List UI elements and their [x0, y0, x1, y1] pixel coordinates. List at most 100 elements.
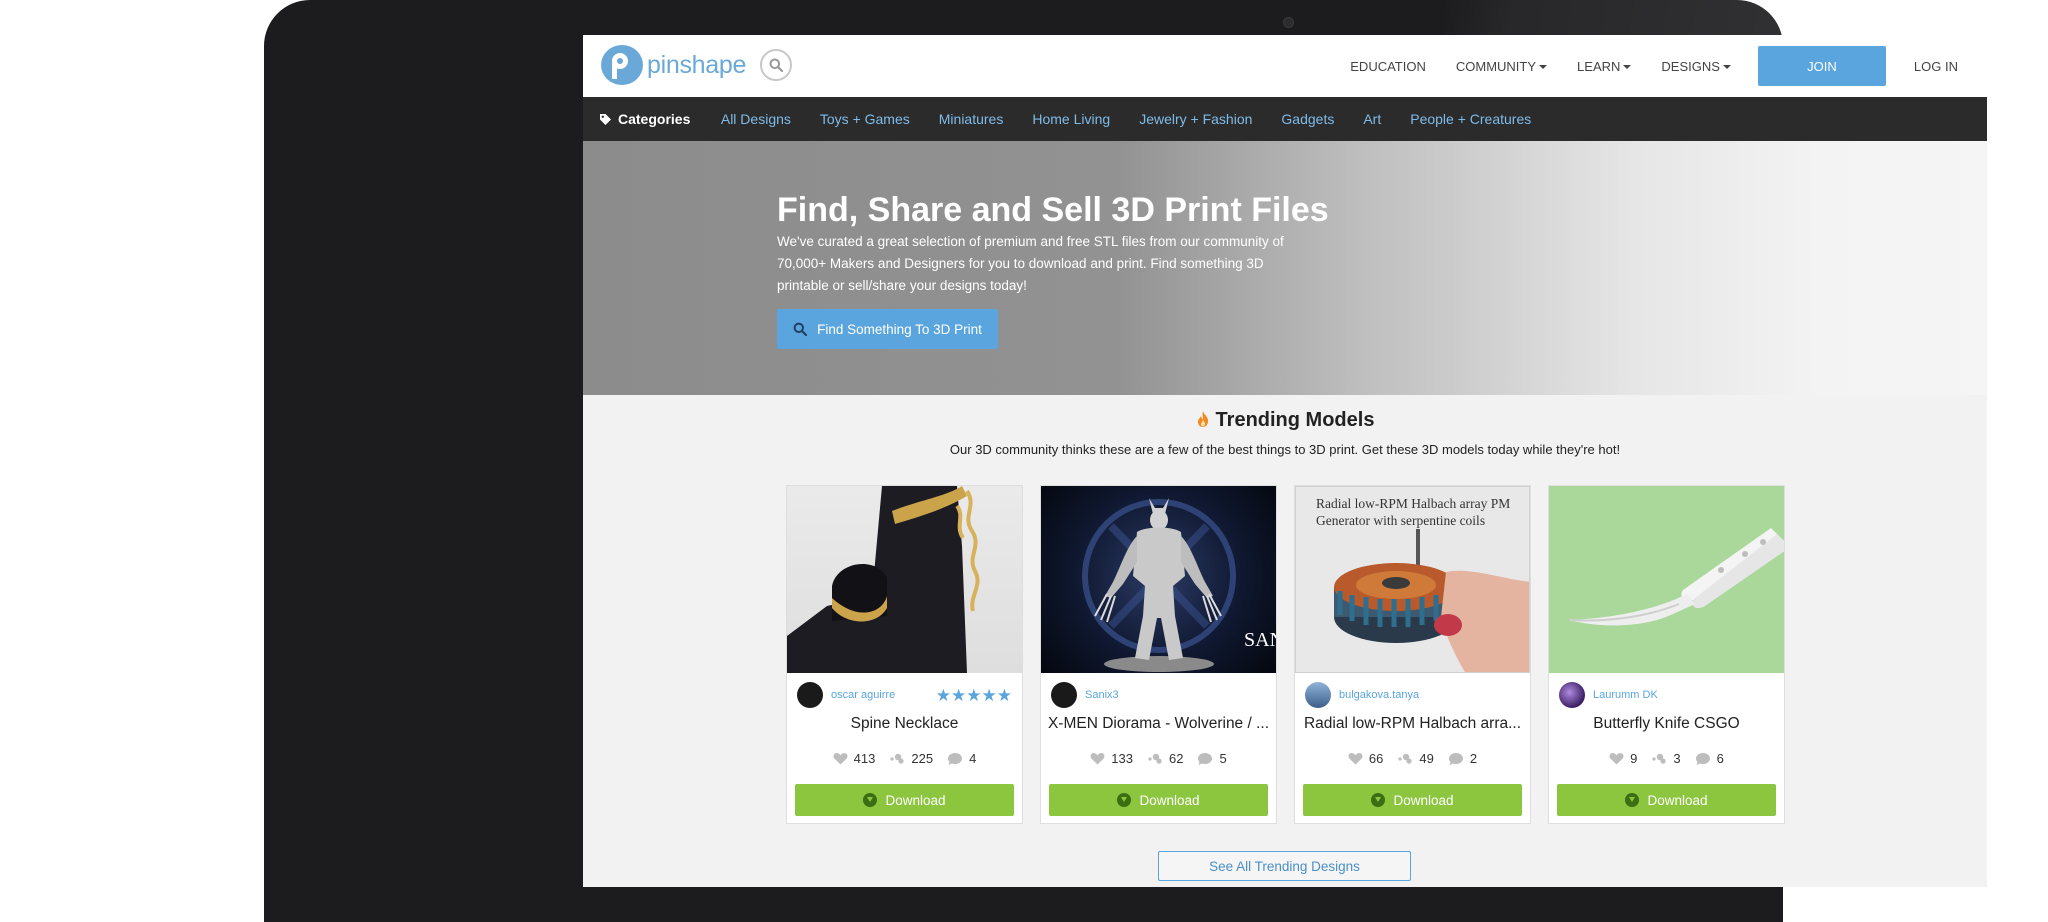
- categories-label: Categories: [618, 111, 691, 127]
- model-card[interactable]: Radial low-RPM Halbach array PM Generato…: [1294, 485, 1531, 824]
- likes-stat[interactable]: 9: [1609, 751, 1637, 766]
- category-art[interactable]: Art: [1363, 111, 1381, 127]
- downloads-count: 3: [1673, 751, 1681, 766]
- trending-title: Trending Models: [1215, 409, 1375, 431]
- find-something-button[interactable]: Find Something To 3D Print: [777, 309, 998, 349]
- nav-designs[interactable]: DESIGNS: [1661, 59, 1731, 74]
- nav-designs-label: DESIGNS: [1661, 58, 1720, 74]
- search-button[interactable]: [760, 49, 792, 81]
- card-title[interactable]: Spine Necklace: [787, 715, 1022, 733]
- join-button[interactable]: JOIN: [1757, 46, 1886, 86]
- heart-icon: [1609, 753, 1624, 765]
- category-home-living[interactable]: Home Living: [1032, 111, 1110, 127]
- downloads-count: 225: [911, 751, 934, 766]
- card-meta: oscar aguirre ★ ★ ★ ★ ★: [797, 681, 1012, 709]
- category-miniatures[interactable]: Miniatures: [939, 111, 1004, 127]
- author-name[interactable]: Sanix3: [1085, 689, 1119, 701]
- see-all-trending-button[interactable]: See All Trending Designs: [1158, 851, 1411, 881]
- card-meta: Sanix3: [1051, 681, 1266, 709]
- search-icon: [769, 58, 783, 72]
- butterfly-knife-image: [1568, 528, 1784, 626]
- download-button[interactable]: Download: [1303, 784, 1522, 816]
- download-label: Download: [885, 792, 946, 808]
- search-icon: [793, 322, 808, 336]
- comments-stat[interactable]: 2: [1448, 751, 1477, 766]
- categories-menu[interactable]: Categories: [599, 111, 690, 127]
- likes-count: 413: [853, 751, 876, 766]
- download-label: Download: [1393, 792, 1454, 808]
- author-name[interactable]: bulgakova.tanya: [1339, 689, 1419, 701]
- download-icon: [1625, 793, 1640, 807]
- nav-community-label: COMMUNITY: [1455, 58, 1537, 74]
- nav-education[interactable]: EDUCATION: [1350, 59, 1426, 74]
- card-title[interactable]: Butterfly Knife CSGO: [1549, 715, 1784, 733]
- download-icon: [1371, 793, 1386, 807]
- comments-stat[interactable]: 4: [947, 751, 976, 766]
- star-icon: ★: [981, 685, 997, 705]
- wolverine-image: SAN: [1082, 498, 1276, 672]
- comments-stat[interactable]: 6: [1695, 751, 1724, 766]
- author-name[interactable]: Laurumm DK: [1593, 689, 1658, 701]
- author-name[interactable]: oscar aguirre: [831, 689, 895, 701]
- author-avatar[interactable]: [1051, 682, 1077, 708]
- hero-banner: Find, Share and Sell 3D Print Files We'v…: [583, 141, 1987, 395]
- likes-stat[interactable]: 133: [1090, 751, 1133, 766]
- model-card[interactable]: oscar aguirre ★ ★ ★ ★ ★ Spine Necklace 4…: [786, 485, 1023, 824]
- category-people-creatures[interactable]: People + Creatures: [1410, 111, 1531, 127]
- model-thumbnail[interactable]: [1549, 486, 1784, 673]
- category-gadgets[interactable]: Gadgets: [1281, 111, 1334, 127]
- category-bar: Categories All Designs Toys + Games Mini…: [583, 97, 1987, 141]
- comments-count: 5: [1219, 751, 1227, 766]
- rating-stars: ★ ★ ★ ★ ★: [936, 687, 1012, 704]
- logo-mark-icon: [601, 45, 643, 85]
- tag-icon: [600, 113, 611, 125]
- pinshape-logo[interactable]: pinshape: [601, 45, 746, 85]
- likes-stat[interactable]: 413: [833, 751, 876, 766]
- download-button[interactable]: Download: [795, 784, 1014, 816]
- comments-stat[interactable]: 5: [1197, 751, 1227, 766]
- author-avatar[interactable]: [797, 682, 823, 708]
- likes-count: 9: [1630, 751, 1638, 766]
- hero-title: Find, Share and Sell 3D Print Files: [777, 191, 1329, 229]
- nav-learn-label: LEARN: [1577, 58, 1621, 74]
- likes-stat[interactable]: 66: [1348, 751, 1383, 766]
- category-all-designs[interactable]: All Designs: [721, 111, 791, 127]
- card-meta: bulgakova.tanya: [1305, 681, 1520, 709]
- category-toys-games[interactable]: Toys + Games: [820, 111, 910, 127]
- card-stats: 133 62 5: [1041, 751, 1276, 766]
- downloads-icon: [890, 753, 904, 764]
- model-card[interactable]: Laurumm DK Butterfly Knife CSGO 9 3 6 Do…: [1548, 485, 1785, 824]
- nav-community[interactable]: COMMUNITY: [1455, 58, 1548, 74]
- download-button[interactable]: Download: [1049, 784, 1268, 816]
- download-icon: [1117, 793, 1132, 807]
- downloads-count: 62: [1169, 751, 1184, 766]
- downloads-stat: 225: [889, 751, 933, 766]
- model-card[interactable]: SAN Sanix3 X-MEN Diorama - Wolverine / .…: [1040, 485, 1277, 824]
- author-avatar[interactable]: [1305, 682, 1331, 708]
- nav-learn[interactable]: LEARN: [1577, 58, 1632, 74]
- model-thumbnail[interactable]: SAN: [1041, 486, 1276, 673]
- star-icon: ★: [996, 685, 1012, 705]
- author-avatar[interactable]: [1559, 682, 1585, 708]
- category-jewelry-fashion[interactable]: Jewelry + Fashion: [1139, 111, 1252, 127]
- necklace-image: [787, 486, 980, 673]
- card-title[interactable]: X-MEN Diorama - Wolverine / ...: [1041, 715, 1276, 733]
- nav-right: EDUCATION COMMUNITY LEARN DESIGNS JOIN L…: [1335, 35, 1987, 97]
- image-watermark: SAN: [1244, 629, 1276, 651]
- login-link[interactable]: LOG IN: [1914, 59, 1958, 74]
- downloads-icon: [1148, 753, 1162, 764]
- heart-icon: [833, 753, 848, 765]
- likes-count: 66: [1368, 751, 1384, 766]
- comments-count: 6: [1716, 751, 1724, 766]
- heart-icon: [1090, 753, 1105, 765]
- hero-description: We've curated a great selection of premi…: [777, 234, 1284, 293]
- model-thumbnail[interactable]: Radial low-RPM Halbach array PM Generato…: [1295, 486, 1530, 673]
- camera-dot: [1283, 17, 1294, 28]
- find-something-label: Find Something To 3D Print: [817, 321, 982, 337]
- card-stats: 9 3 6: [1549, 751, 1784, 766]
- card-title[interactable]: Radial low-RPM Halbach arra...: [1295, 715, 1530, 733]
- star-icon: ★: [966, 685, 982, 705]
- logo-text: pinshape: [647, 50, 747, 79]
- model-thumbnail[interactable]: [787, 486, 1022, 673]
- download-button[interactable]: Download: [1557, 784, 1776, 816]
